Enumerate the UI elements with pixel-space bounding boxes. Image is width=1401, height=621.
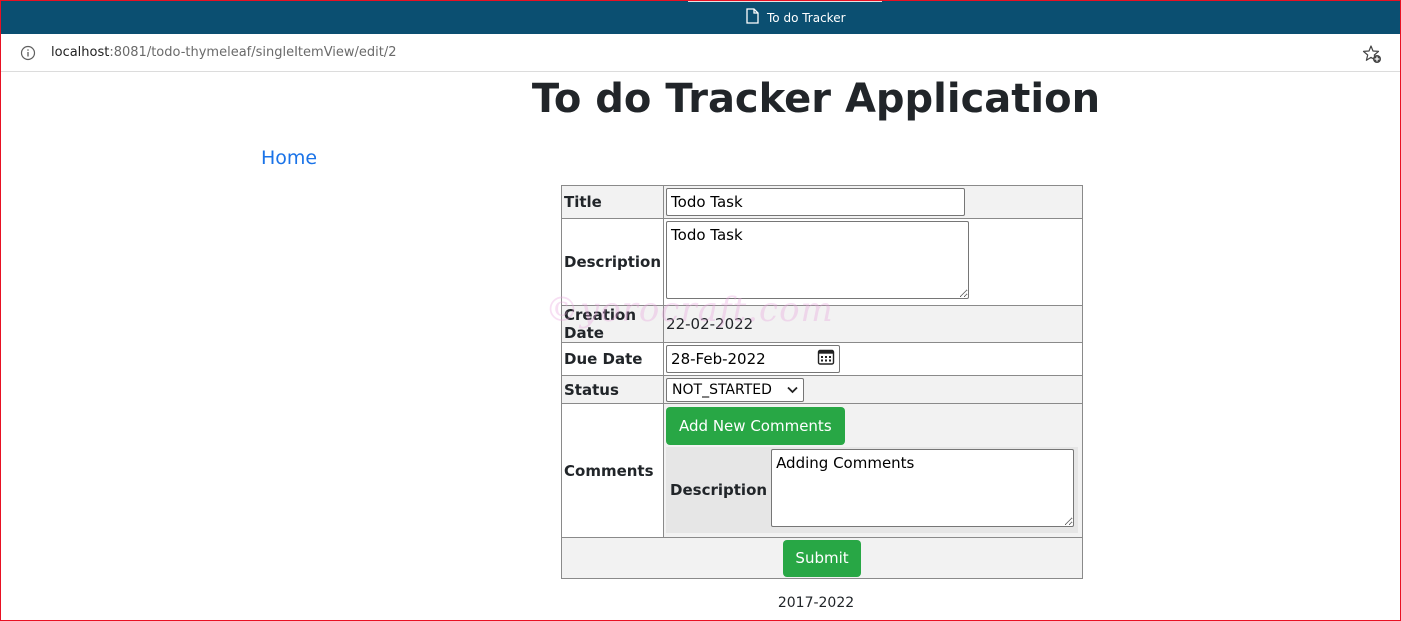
title-input[interactable] xyxy=(666,188,966,216)
home-link[interactable]: Home xyxy=(261,147,317,169)
status-row: Status NOT_STARTED xyxy=(560,375,1084,404)
due-date-label: Due Date xyxy=(560,342,665,376)
comment-description-cell: Adding Comments xyxy=(769,447,1079,533)
title-cell xyxy=(663,185,1084,219)
due-date-row: Due Date 28-Feb-2022 xyxy=(560,342,1084,376)
url-text[interactable]: localhost:8081/todo-thymeleaf/singleItem… xyxy=(51,45,397,60)
comments-cell: Add New Comments Description Adding Comm… xyxy=(663,403,1084,538)
title-label: Title xyxy=(560,185,665,219)
due-date-input[interactable]: 28-Feb-2022 xyxy=(666,345,841,373)
creation-date-value: 22-02-2022 xyxy=(663,305,1084,343)
description-label: Description xyxy=(560,218,665,306)
info-icon[interactable] xyxy=(20,45,36,61)
add-new-comments-button[interactable]: Add New Comments xyxy=(666,407,845,445)
window-title: To do Tracker xyxy=(746,8,846,28)
footer-copyright: 2017-2022 xyxy=(777,595,855,611)
submit-button[interactable]: Submit xyxy=(783,539,861,577)
creation-date-row: Creation Date 22-02-2022 xyxy=(560,305,1084,343)
tab-indicator xyxy=(642,0,882,2)
page-title: To do Tracker Application xyxy=(531,76,1101,122)
browser-titlebar: To do Tracker xyxy=(0,0,1401,34)
tab-title: To do Tracker xyxy=(767,11,846,25)
calendar-icon[interactable] xyxy=(817,348,835,370)
description-cell: Todo Task xyxy=(663,218,1084,306)
comments-label: Comments xyxy=(560,403,665,538)
creation-date-label: Creation Date xyxy=(560,305,665,343)
status-cell: NOT_STARTED xyxy=(663,375,1084,404)
status-select[interactable]: NOT_STARTED xyxy=(666,377,805,402)
submit-cell: Submit xyxy=(560,537,1084,579)
comments-row: Comments Add New Comments Description Ad… xyxy=(560,403,1084,538)
due-date-cell: 28-Feb-2022 xyxy=(663,342,1084,376)
comment-entry-table: Description Adding Comments xyxy=(666,447,1079,533)
title-row: Title xyxy=(560,185,1084,219)
comment-description-textarea[interactable]: Adding Comments xyxy=(771,449,1075,527)
description-textarea[interactable]: Todo Task xyxy=(666,221,970,299)
status-selected-value: NOT_STARTED xyxy=(672,381,772,398)
submit-row: Submit xyxy=(560,537,1084,579)
description-row: Description Todo Task xyxy=(560,218,1084,306)
chevron-down-icon xyxy=(787,382,798,398)
page-icon xyxy=(746,8,759,28)
due-date-value: 28-Feb-2022 xyxy=(671,350,766,368)
todo-edit-form: Title Description Todo Task Creation Dat… xyxy=(560,185,1084,579)
status-label: Status xyxy=(560,375,665,404)
address-bar[interactable]: localhost:8081/todo-thymeleaf/singleItem… xyxy=(0,34,1401,72)
add-favorite-icon[interactable] xyxy=(1362,44,1382,64)
comment-description-label: Description xyxy=(666,447,770,533)
